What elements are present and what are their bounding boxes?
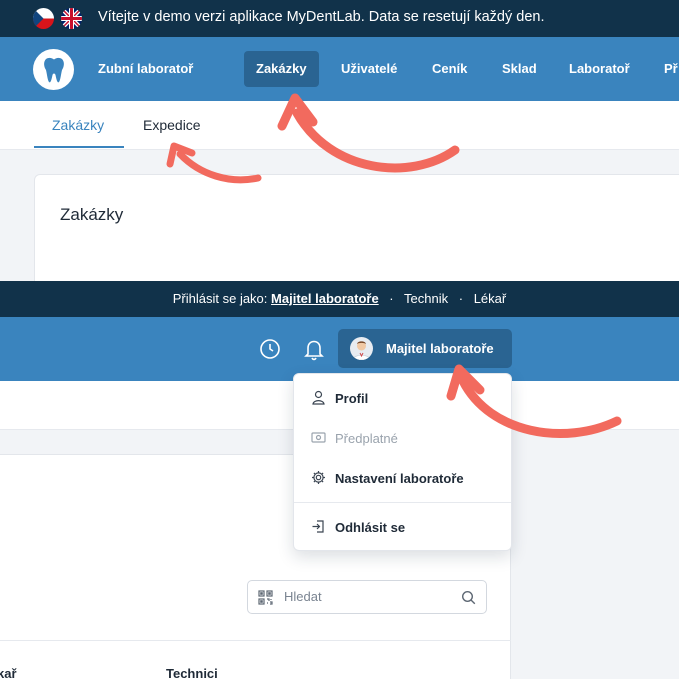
login-role-doctor[interactable]: Lékař	[474, 291, 507, 306]
login-role-technician[interactable]: Technik	[404, 291, 448, 306]
menu-item-label: Profil	[335, 391, 369, 406]
menu-item-label: Odhlásit se	[335, 520, 406, 535]
tab-expedice[interactable]: Expedice	[143, 117, 201, 133]
separator: ·	[389, 291, 394, 306]
search-input[interactable]	[284, 589, 444, 604]
menu-item-lab-settings[interactable]: Nastavení laboratoře	[294, 463, 511, 493]
main-nav: Zubní laboratoř Zakázky Uživatelé Ceník …	[0, 37, 679, 101]
separator: ·	[458, 291, 464, 306]
history-clock-icon[interactable]	[258, 337, 282, 361]
czech-flag-icon[interactable]	[33, 8, 54, 29]
qr-code-icon[interactable]	[258, 590, 273, 605]
nav-item-zakazky[interactable]: Zakázky	[244, 51, 319, 87]
user-dropdown-menu: Profil Předplatné Nastavení laboratoře O…	[293, 373, 512, 551]
column-header-doctor[interactable]: kař	[0, 666, 17, 679]
column-header-technicians[interactable]: Technici	[166, 666, 218, 679]
user-menu-button[interactable]: Majitel laboratoře	[338, 329, 512, 368]
gear-icon	[311, 470, 326, 485]
search-icon[interactable]	[461, 590, 476, 605]
menu-item-label: Předplatné	[335, 431, 398, 446]
logout-icon	[311, 519, 326, 534]
demo-banner-text: Vítejte v demo verzi aplikace MyDentLab.…	[98, 9, 545, 25]
menu-item-logout[interactable]: Odhlásit se	[294, 512, 511, 542]
card-icon	[311, 430, 326, 445]
table-divider	[0, 640, 511, 641]
demo-banner: Vítejte v demo verzi aplikace MyDentLab.…	[0, 0, 679, 37]
user-icon	[311, 390, 326, 405]
bell-icon[interactable]	[303, 337, 325, 361]
search-field[interactable]	[247, 580, 487, 614]
nav-item-more[interactable]: Př	[652, 51, 679, 87]
user-name: Majitel laboratoře	[386, 341, 494, 356]
nav-item-sklad[interactable]: Sklad	[490, 51, 549, 87]
nav-item-uzivatele[interactable]: Uživatelé	[329, 51, 409, 87]
login-as-banner: Přihlásit se jako: Majitel laboratoře · …	[0, 281, 679, 317]
menu-item-profile[interactable]: Profil	[294, 383, 511, 413]
tab-zakazky[interactable]: Zakázky	[52, 117, 104, 133]
card-title: Zakázky	[60, 205, 124, 224]
main-nav-right: Majitel laboratoře	[0, 317, 679, 381]
orders-card: Zakázky	[34, 174, 679, 294]
menu-item-label: Nastavení laboratoře	[335, 471, 464, 486]
login-as-line: Přihlásit se jako: Majitel laboratoře · …	[0, 291, 679, 306]
nav-item-cenik[interactable]: Ceník	[420, 51, 479, 87]
login-as-prefix: Přihlásit se jako:	[172, 291, 268, 306]
login-role-owner[interactable]: Majitel laboratoře	[271, 291, 379, 306]
subtabs: Zakázky Expedice	[0, 101, 679, 150]
nav-item-laborator[interactable]: Laboratoř	[557, 51, 642, 87]
avatar	[350, 337, 373, 360]
menu-item-subscription[interactable]: Předplatné	[294, 423, 511, 453]
menu-divider	[294, 502, 511, 503]
brand-name[interactable]: Zubní laboratoř	[98, 61, 193, 76]
active-tab-indicator	[34, 146, 124, 148]
tooth-logo-icon[interactable]	[33, 49, 74, 90]
uk-flag-icon[interactable]	[61, 8, 82, 29]
